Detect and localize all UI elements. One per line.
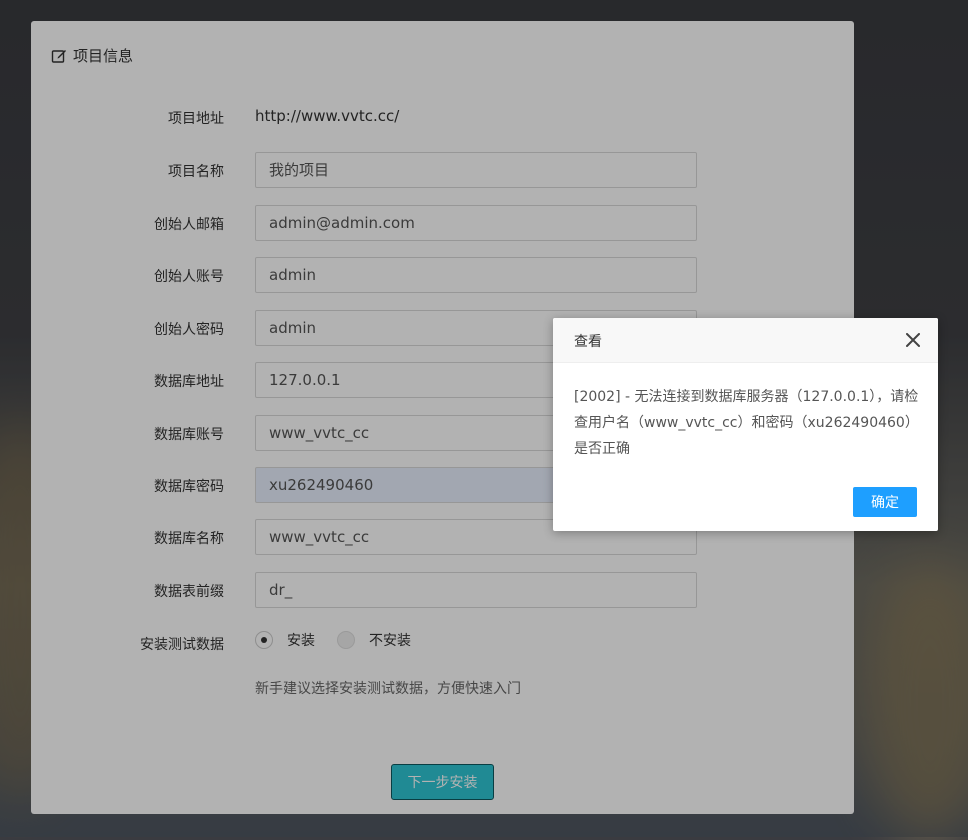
ok-button[interactable]: 确定: [853, 487, 917, 517]
error-dialog: 查看 [2002] - 无法连接到数据库服务器（127.0.0.1），请检查用户…: [553, 318, 938, 531]
dialog-title: 查看: [574, 334, 602, 350]
close-icon[interactable]: [906, 333, 920, 347]
dialog-header: 查看: [553, 318, 938, 363]
dialog-message: [2002] - 无法连接到数据库服务器（127.0.0.1），请检查用户名（w…: [574, 389, 919, 457]
